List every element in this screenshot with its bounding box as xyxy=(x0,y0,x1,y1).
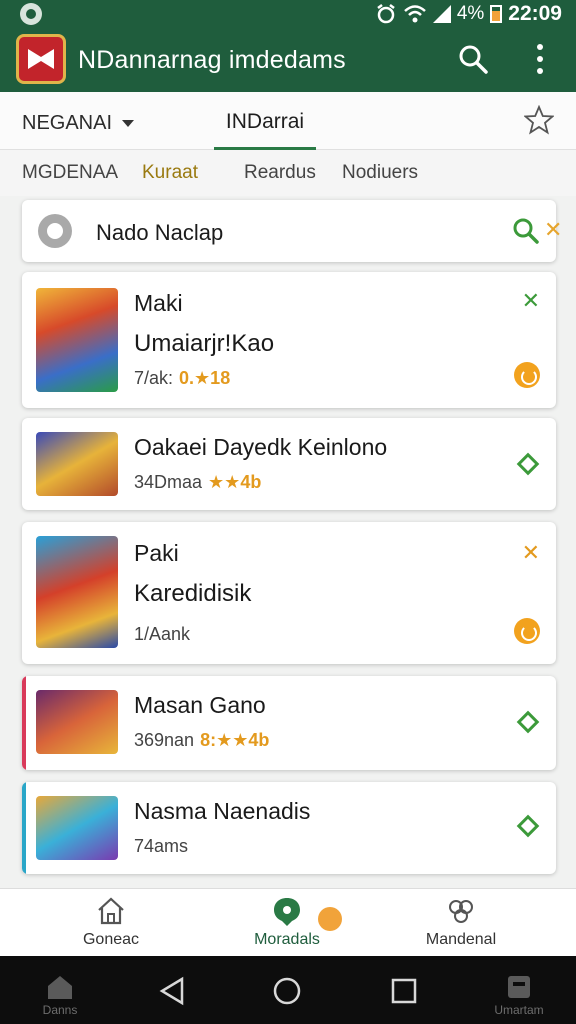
nav-item-settings[interactable]: Mandenal xyxy=(396,895,526,949)
filter-chip[interactable]: Reardus xyxy=(244,162,316,184)
app-logo xyxy=(16,34,66,84)
settings-icon xyxy=(449,900,473,923)
back-icon[interactable] xyxy=(158,976,186,1006)
nav-label: Mandenal xyxy=(425,931,497,948)
sys-label: Umartam xyxy=(494,1003,544,1017)
card-accent xyxy=(22,676,26,770)
card-accent xyxy=(22,782,26,874)
battery-percent: 4% xyxy=(456,3,485,24)
search-bar[interactable]: Nado Naclap ✕ xyxy=(22,200,562,262)
nav-label: Goneac xyxy=(82,931,140,948)
badge-icon xyxy=(514,362,540,388)
system-nav-bar: Danns Umartam xyxy=(0,956,576,1024)
rating: ★★4b xyxy=(208,472,262,492)
badge-icon xyxy=(514,618,540,644)
item-title: Maki xyxy=(134,290,183,316)
home-icon xyxy=(48,976,72,999)
game-thumbnail xyxy=(36,796,118,860)
item-subtitle: Umaiarjr!Kao xyxy=(134,330,275,357)
game-thumbnail xyxy=(36,288,118,392)
list-item[interactable]: Paki Karedidisik 1/Aank ✕ xyxy=(22,522,556,664)
item-meta: 7/ak: 0.★18 xyxy=(134,368,231,388)
install-icon[interactable] xyxy=(516,710,540,734)
item-meta: 34Dmaa ★★4b xyxy=(134,472,262,492)
notification-icon xyxy=(20,3,42,25)
list-item[interactable]: Nasma Naenadis 74ams xyxy=(22,782,556,874)
notification-badge xyxy=(318,907,342,931)
search-input[interactable]: Nado Naclap xyxy=(96,220,223,246)
battery-icon xyxy=(490,5,503,23)
search-icon[interactable] xyxy=(512,217,540,245)
rating: 8:★★4b xyxy=(200,730,270,750)
filter-chip[interactable]: Nodiuers xyxy=(342,162,418,184)
list-item[interactable]: Masan Gano 369nan 8:★★4b xyxy=(22,676,556,770)
item-title: Oakaei Dayedk Keinlono xyxy=(134,434,388,460)
item-subtitle: Karedidisik xyxy=(134,580,252,607)
close-icon[interactable]: ✕ xyxy=(522,540,540,566)
home-button-icon[interactable] xyxy=(272,976,302,1006)
game-thumbnail xyxy=(36,536,118,648)
game-thumbnail xyxy=(36,432,118,496)
recents-icon[interactable] xyxy=(390,976,418,1006)
bottom-nav: Goneac Moradals Mandenal xyxy=(0,888,576,956)
status-icons: 4% 22:09 xyxy=(375,2,562,26)
clock: 22:09 xyxy=(508,2,562,25)
dropdown-label: NEGANAI xyxy=(22,112,113,134)
tabs-row: NEGANAI INDarrai xyxy=(0,92,576,150)
install-icon[interactable] xyxy=(516,452,540,476)
nav-label: Moradals xyxy=(254,931,320,948)
alarm-icon xyxy=(377,4,395,24)
wifi-icon xyxy=(403,5,426,23)
search-provider-icon xyxy=(38,214,72,248)
more-options-icon[interactable] xyxy=(528,42,552,76)
filter-bar: MGDENAA Kuraat Reardus Nodiuers xyxy=(0,150,576,196)
filter-chip[interactable]: MGDENAA xyxy=(22,162,118,184)
sys-app-shortcut[interactable]: Umartam xyxy=(484,974,554,1017)
item-meta: 1/Aank xyxy=(134,624,191,644)
tab-active[interactable]: INDarrai xyxy=(214,92,316,150)
item-title: Masan Gano xyxy=(134,692,266,718)
item-meta: 369nan 8:★★4b xyxy=(134,730,270,750)
app-bar: NDannarnag imdedams xyxy=(0,28,576,92)
signal-icon xyxy=(432,5,451,23)
nav-item-home[interactable]: Goneac xyxy=(46,895,176,949)
sys-label: Danns xyxy=(42,1003,78,1017)
list-item[interactable]: Oakaei Dayedk Keinlono 34Dmaa ★★4b xyxy=(22,418,556,510)
list-item[interactable]: Maki Umaiarjr!Kao 7/ak: 0.★18 ✕ xyxy=(22,272,556,408)
clear-icon[interactable]: ✕ xyxy=(544,217,562,243)
star-icon[interactable] xyxy=(524,105,554,135)
home-icon xyxy=(98,897,124,925)
app-icon xyxy=(508,976,530,998)
status-bar: 4% 22:09 xyxy=(0,0,576,28)
item-meta: 74ams xyxy=(134,836,189,856)
sys-home-shortcut[interactable]: Danns xyxy=(28,974,92,1017)
search-icon[interactable] xyxy=(458,44,488,74)
item-title: Nasma Naenadis xyxy=(134,798,311,824)
rating: 0.★18 xyxy=(179,368,231,388)
chat-icon xyxy=(274,898,300,926)
game-thumbnail xyxy=(36,690,118,754)
item-title: Paki xyxy=(134,540,179,566)
category-dropdown[interactable]: NEGANAI xyxy=(22,112,135,135)
install-icon[interactable] xyxy=(516,814,540,838)
chevron-down-icon xyxy=(122,120,135,127)
app-title: NDannarnag imdedams xyxy=(78,46,346,74)
filter-chip[interactable]: Kuraat xyxy=(142,162,198,184)
close-icon[interactable]: ✕ xyxy=(522,288,540,314)
